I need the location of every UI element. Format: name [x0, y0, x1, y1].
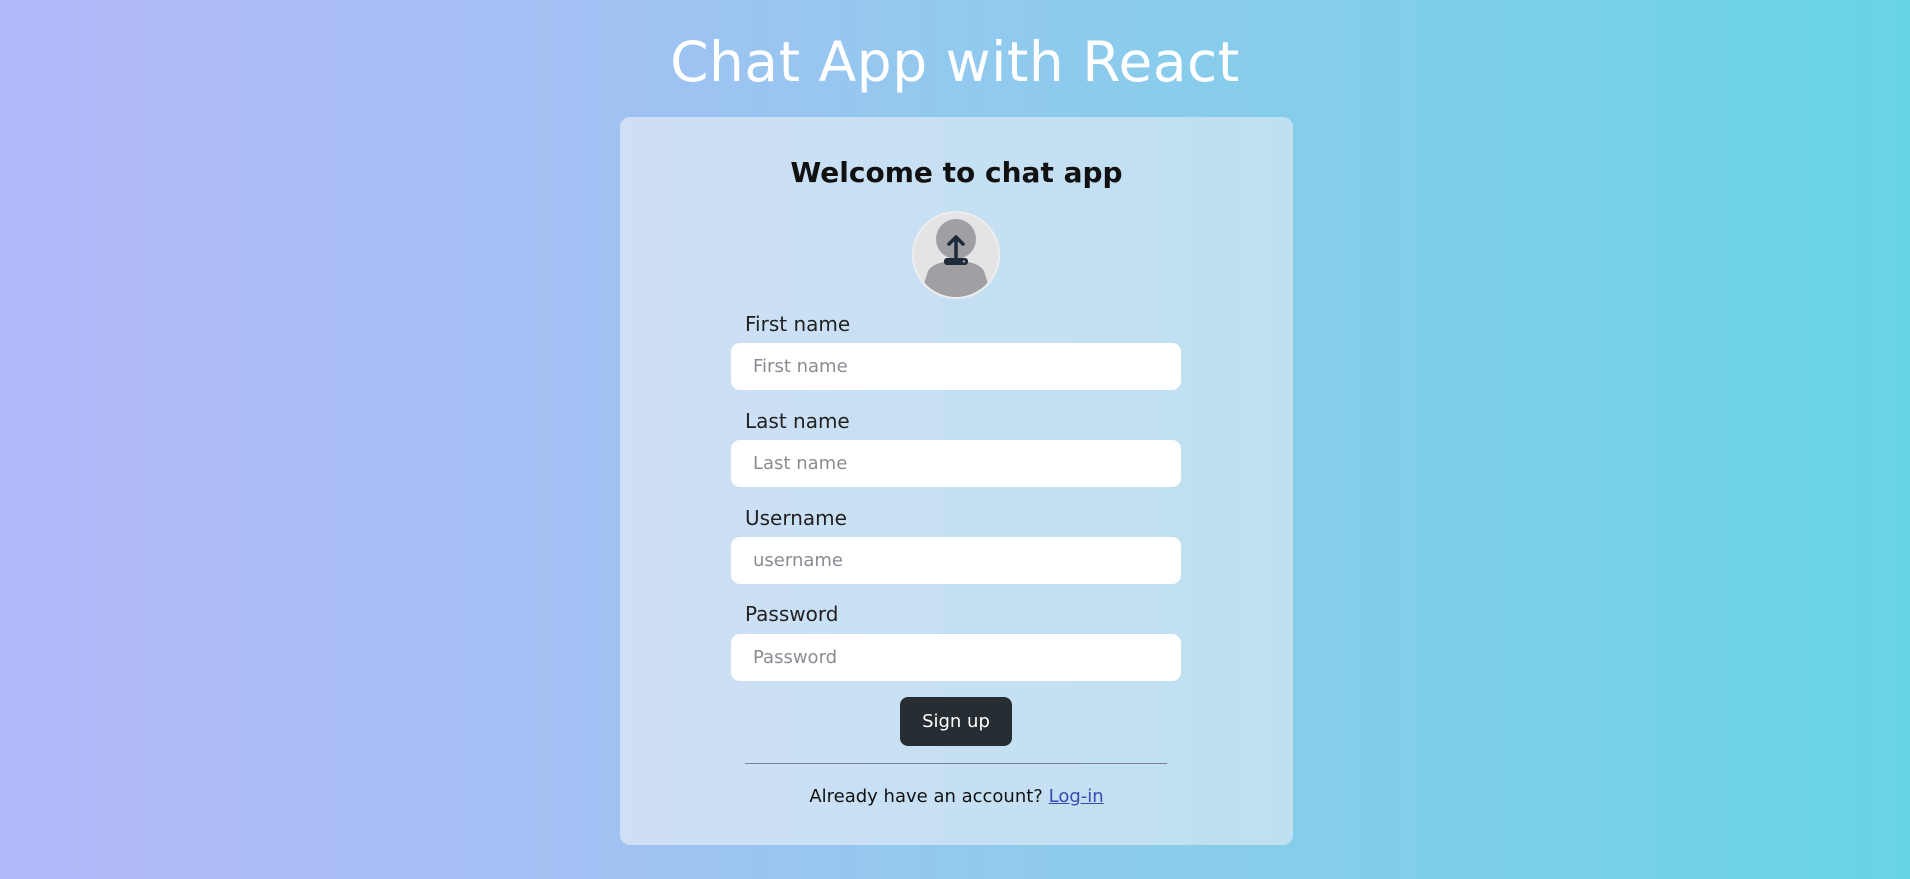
divider [745, 763, 1167, 764]
login-prompt-text: Already have an account? [809, 786, 1043, 807]
password-label: Password [745, 602, 839, 626]
avatar-upload-button[interactable] [912, 211, 1000, 299]
signup-button[interactable]: Sign up [900, 697, 1012, 746]
avatar-upload-icon [914, 213, 998, 297]
welcome-heading: Welcome to chat app [790, 156, 1123, 189]
password-input[interactable] [731, 634, 1181, 681]
first-name-input[interactable] [731, 343, 1181, 390]
app-title: Chat App with React [670, 30, 1240, 94]
username-label: Username [745, 506, 847, 530]
login-prompt: Already have an account? Log-in [620, 784, 1293, 810]
login-link[interactable]: Log-in [1049, 786, 1104, 807]
last-name-input[interactable] [731, 440, 1181, 487]
last-name-label: Last name [745, 409, 850, 433]
username-input[interactable] [731, 537, 1181, 584]
signup-card: Welcome to chat app First name Last name… [620, 117, 1293, 845]
first-name-label: First name [745, 312, 851, 336]
